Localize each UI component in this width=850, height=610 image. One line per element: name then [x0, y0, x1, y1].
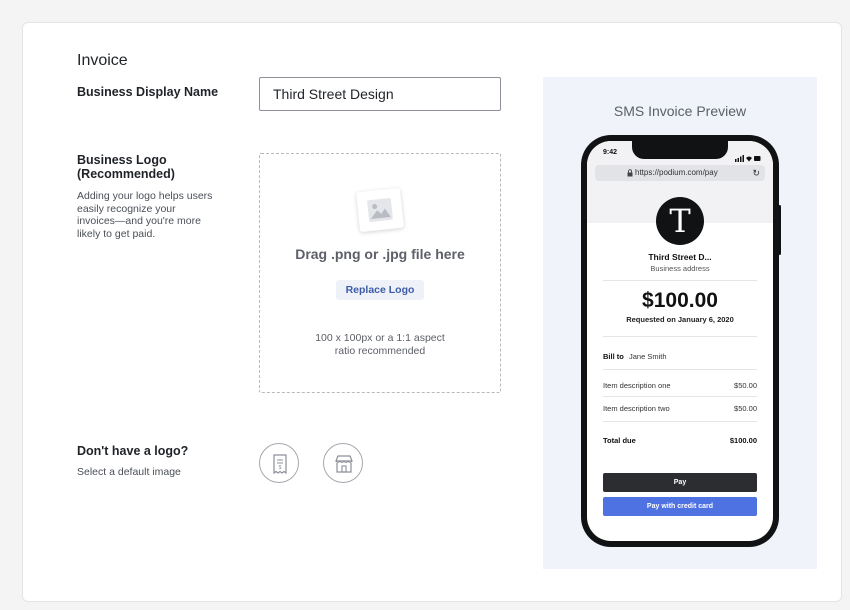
phone-notch — [632, 141, 728, 159]
display-name-input[interactable] — [259, 77, 501, 111]
requested-date: Requested on January 6, 2020 — [626, 315, 734, 324]
invoice-amount: $100.00 — [642, 289, 718, 312]
divider — [603, 336, 757, 337]
phone-screen: https://podium.com/pay ↻ 9:42 T Third St… — [587, 141, 773, 541]
business-name: Third Street D... — [648, 252, 712, 262]
logo-dropzone[interactable]: Drag .png or .jpg file here Replace Logo… — [259, 153, 501, 393]
sms-preview-panel: SMS Invoice Preview https://podium.com/p… — [543, 77, 817, 569]
no-logo-help: Select a default image — [77, 466, 181, 478]
display-name-label: Business Display Name — [77, 85, 219, 99]
default-image-receipt[interactable]: $ — [259, 443, 299, 483]
storefront-icon — [335, 455, 353, 473]
receipt-icon: $ — [273, 454, 287, 475]
item-price: $50.00 — [734, 381, 757, 390]
ratio-hint: 100 x 100px or a 1:1 aspect ratio recomm… — [315, 332, 445, 357]
bill-to-label: Bill to — [603, 352, 624, 361]
replace-logo-button[interactable]: Replace Logo — [336, 280, 424, 300]
preview-title: SMS Invoice Preview — [613, 103, 747, 119]
dropzone-text: Drag .png or .jpg file here — [295, 246, 465, 262]
item-description: Item description one — [603, 381, 671, 390]
business-address: Business address — [650, 264, 710, 273]
status-icons — [735, 149, 761, 167]
logo-help-text: Adding your logo helps users easily reco… — [77, 190, 213, 240]
total-label: Total due — [603, 436, 636, 445]
section-title: Invoice — [77, 52, 128, 69]
signal-icon — [735, 159, 737, 162]
divider — [603, 280, 757, 281]
lock-icon — [627, 169, 633, 177]
item-price: $50.00 — [734, 404, 757, 413]
status-time: 9:42 — [603, 149, 618, 156]
default-image-storefront[interactable] — [323, 443, 363, 483]
credit-card-pay-button[interactable]: Pay with credit card — [603, 497, 757, 516]
url-text: https://podium.com/pay — [635, 168, 718, 177]
logo-label: Business Logo (Recommended) — [77, 153, 175, 181]
image-placeholder-icon — [356, 187, 404, 233]
total-value: $100.00 — [729, 436, 757, 445]
divider — [603, 396, 757, 397]
bill-to-name: Jane Smith — [629, 352, 667, 361]
divider — [603, 421, 757, 422]
divider — [603, 369, 757, 370]
item-description: Item description two — [603, 404, 670, 413]
url-bar: https://podium.com/pay ↻ — [595, 165, 765, 181]
svg-text:$: $ — [279, 465, 282, 471]
reload-icon: ↻ — [752, 168, 760, 178]
wifi-icon — [746, 156, 752, 162]
no-logo-label: Don't have a logo? — [77, 444, 189, 458]
phone-mockup: https://podium.com/pay ↻ 9:42 T Third St… — [581, 135, 779, 547]
business-avatar: T — [656, 197, 704, 245]
apple-pay-button[interactable]: Pay — [603, 473, 757, 492]
battery-icon — [754, 156, 761, 161]
apple-pay-label: Pay — [673, 479, 687, 486]
invoice-settings-card: Invoice Business Display Name Business L… — [22, 22, 842, 602]
